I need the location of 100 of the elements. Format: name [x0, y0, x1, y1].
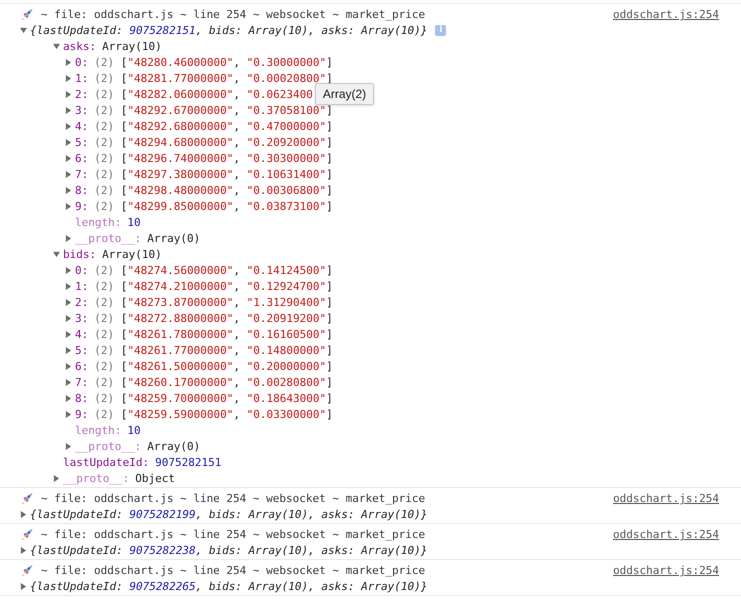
property-value: (2) ["48282.06000000", "0.0623400: [94, 88, 313, 100]
log-message: ~ file: oddschart.js ~ line 254 ~ websocket ~ market_price: [41, 7, 426, 22]
property-value: 10: [127, 216, 141, 228]
collapsed-triangle-icon[interactable]: [20, 510, 27, 518]
object-summary[interactable]: {lastUpdateId: 9075282265, bids: Array(10), asks: Array(10)}: [30, 578, 428, 594]
property-key: 5:: [75, 134, 88, 150]
property-value: (2) ["48274.56000000", "0.14124500"]: [94, 264, 333, 276]
property-value: (2) ["48294.68000000", "0.20920000"]: [94, 136, 333, 148]
collapsed-triangle-icon[interactable]: [20, 582, 27, 590]
property-value: (2) ["48280.46000000", "0.30000000"]: [94, 56, 333, 68]
collapsed-triangle-icon[interactable]: [65, 298, 72, 306]
tooltip: Array(2): [314, 82, 374, 104]
property-key: 7:: [75, 374, 88, 390]
property-key: __proto__:: [63, 470, 130, 486]
rocket-icon: [20, 528, 34, 541]
property-value: Array(0): [147, 440, 200, 452]
property-value: Array(10): [102, 40, 162, 52]
property-value: (2) ["48274.21000000", "0.12924700"]: [94, 280, 333, 292]
property-key: 6:: [75, 150, 88, 166]
property-key: 2:: [75, 294, 88, 310]
property-key: 2:: [75, 86, 88, 102]
property-value: (2) ["48296.74000000", "0.30300000"]: [94, 152, 333, 164]
rocket-icon: [20, 492, 34, 505]
property-value: (2) ["48299.85000000", "0.03873100"]: [94, 200, 333, 212]
property-key: 3:: [75, 102, 88, 118]
property-key: 1:: [75, 278, 88, 294]
property-key: 6:: [75, 358, 88, 374]
collapsed-triangle-icon[interactable]: [65, 74, 72, 82]
property-value: (2) ["48292.67000000", "0.37058100"]: [94, 104, 333, 116]
collapsed-triangle-icon[interactable]: [65, 314, 72, 322]
property-key: lastUpdateId:: [63, 454, 150, 470]
property-key: 1:: [75, 70, 88, 86]
collapsed-triangle-icon[interactable]: [65, 202, 72, 210]
collapsed-triangle-icon[interactable]: [65, 410, 72, 418]
collapsed-triangle-icon[interactable]: [53, 474, 60, 482]
property-key: 4:: [75, 326, 88, 342]
property-value: (2) ["48260.17000000", "0.00280800"]: [94, 376, 333, 388]
rocket-icon: [20, 564, 34, 577]
property-key: 7:: [75, 166, 88, 182]
source-link[interactable]: oddschart.js:254: [613, 527, 719, 542]
expanded-triangle-icon[interactable]: [53, 42, 60, 50]
collapsed-triangle-icon[interactable]: [20, 546, 27, 554]
property-value: (2) ["48297.38000000", "0.10631400"]: [94, 168, 333, 180]
collapsed-triangle-icon[interactable]: [65, 442, 72, 450]
rocket-icon: [20, 8, 34, 21]
property-key: length:: [75, 214, 122, 230]
property-key: length:: [75, 422, 122, 438]
property-value: (2) ["48261.77000000", "0.14800000"]: [94, 344, 333, 356]
info-badge: i: [435, 24, 446, 36]
source-link[interactable]: oddschart.js:254: [613, 491, 719, 506]
collapsed-triangle-icon[interactable]: [65, 90, 72, 98]
collapsed-triangle-icon[interactable]: [65, 266, 72, 274]
collapsed-triangle-icon[interactable]: [65, 122, 72, 130]
collapsed-triangle-icon[interactable]: [65, 154, 72, 162]
source-link[interactable]: oddschart.js:254: [613, 7, 719, 22]
collapsed-triangle-icon[interactable]: [65, 330, 72, 338]
property-value: (2) ["48261.50000000", "0.20000000"]: [94, 360, 333, 372]
property-key: asks:: [63, 38, 96, 54]
property-key: 9:: [75, 406, 88, 422]
collapsed-triangle-icon[interactable]: [65, 106, 72, 114]
log-message: ~ file: oddschart.js ~ line 254 ~ websocket ~ market_price: [41, 527, 426, 542]
collapsed-triangle-icon[interactable]: [65, 186, 72, 194]
collapsed-triangle-icon[interactable]: [65, 138, 72, 146]
property-key: 0:: [75, 54, 88, 70]
collapsed-triangle-icon[interactable]: [65, 346, 72, 354]
property-key: 8:: [75, 182, 88, 198]
collapsed-triangle-icon[interactable]: [65, 394, 72, 402]
property-value: (2) ["48292.68000000", "0.47000000"]: [94, 120, 333, 132]
collapsed-triangle-icon[interactable]: [65, 378, 72, 386]
object-summary[interactable]: {lastUpdateId: 9075282238, bids: Array(10), asks: Array(10)}: [30, 542, 428, 558]
property-value: 9075282151: [155, 456, 222, 468]
property-value: (2) ["48273.87000000", "1.31290400"]: [94, 296, 333, 308]
property-key: bids:: [63, 246, 96, 262]
property-value: 10: [127, 424, 141, 436]
collapsed-triangle-icon[interactable]: [65, 234, 72, 242]
property-value: (2) ["48298.48000000", "0.00306800"]: [94, 184, 333, 196]
property-value: (2) ["48259.59000000", "0.03300000"]: [94, 408, 333, 420]
collapsed-triangle-icon[interactable]: [65, 58, 72, 66]
source-link[interactable]: oddschart.js:254: [613, 563, 719, 578]
property-value: (2) ["48259.70000000", "0.18643000"]: [94, 392, 333, 404]
property-value: (2) ["48261.78000000", "0.16160500"]: [94, 328, 333, 340]
expanded-triangle-icon[interactable]: [20, 26, 27, 34]
property-value: Array(10): [102, 248, 162, 260]
property-key: __proto__:: [75, 438, 142, 454]
collapsed-triangle-icon[interactable]: [65, 170, 72, 178]
property-value: (2) ["48272.88000000", "0.20919200"]: [94, 312, 333, 324]
property-key: 4:: [75, 118, 88, 134]
property-value: Object: [135, 472, 175, 484]
collapsed-triangle-icon[interactable]: [65, 282, 72, 290]
property-value: Array(0): [147, 232, 200, 244]
collapsed-triangle-icon[interactable]: [65, 362, 72, 370]
property-key: 8:: [75, 390, 88, 406]
object-summary[interactable]: {lastUpdateId: 9075282151, bids: Array(10), asks: Array(10)}: [30, 22, 428, 38]
object-summary[interactable]: {lastUpdateId: 9075282199, bids: Array(10), asks: Array(10)}: [30, 506, 428, 522]
expanded-triangle-icon[interactable]: [53, 250, 60, 258]
property-key: 3:: [75, 310, 88, 326]
log-message: ~ file: oddschart.js ~ line 254 ~ websocket ~ market_price: [41, 563, 426, 578]
property-key: 9:: [75, 198, 88, 214]
log-message: ~ file: oddschart.js ~ line 254 ~ websocket ~ market_price: [41, 491, 426, 506]
property-key: __proto__:: [75, 230, 142, 246]
